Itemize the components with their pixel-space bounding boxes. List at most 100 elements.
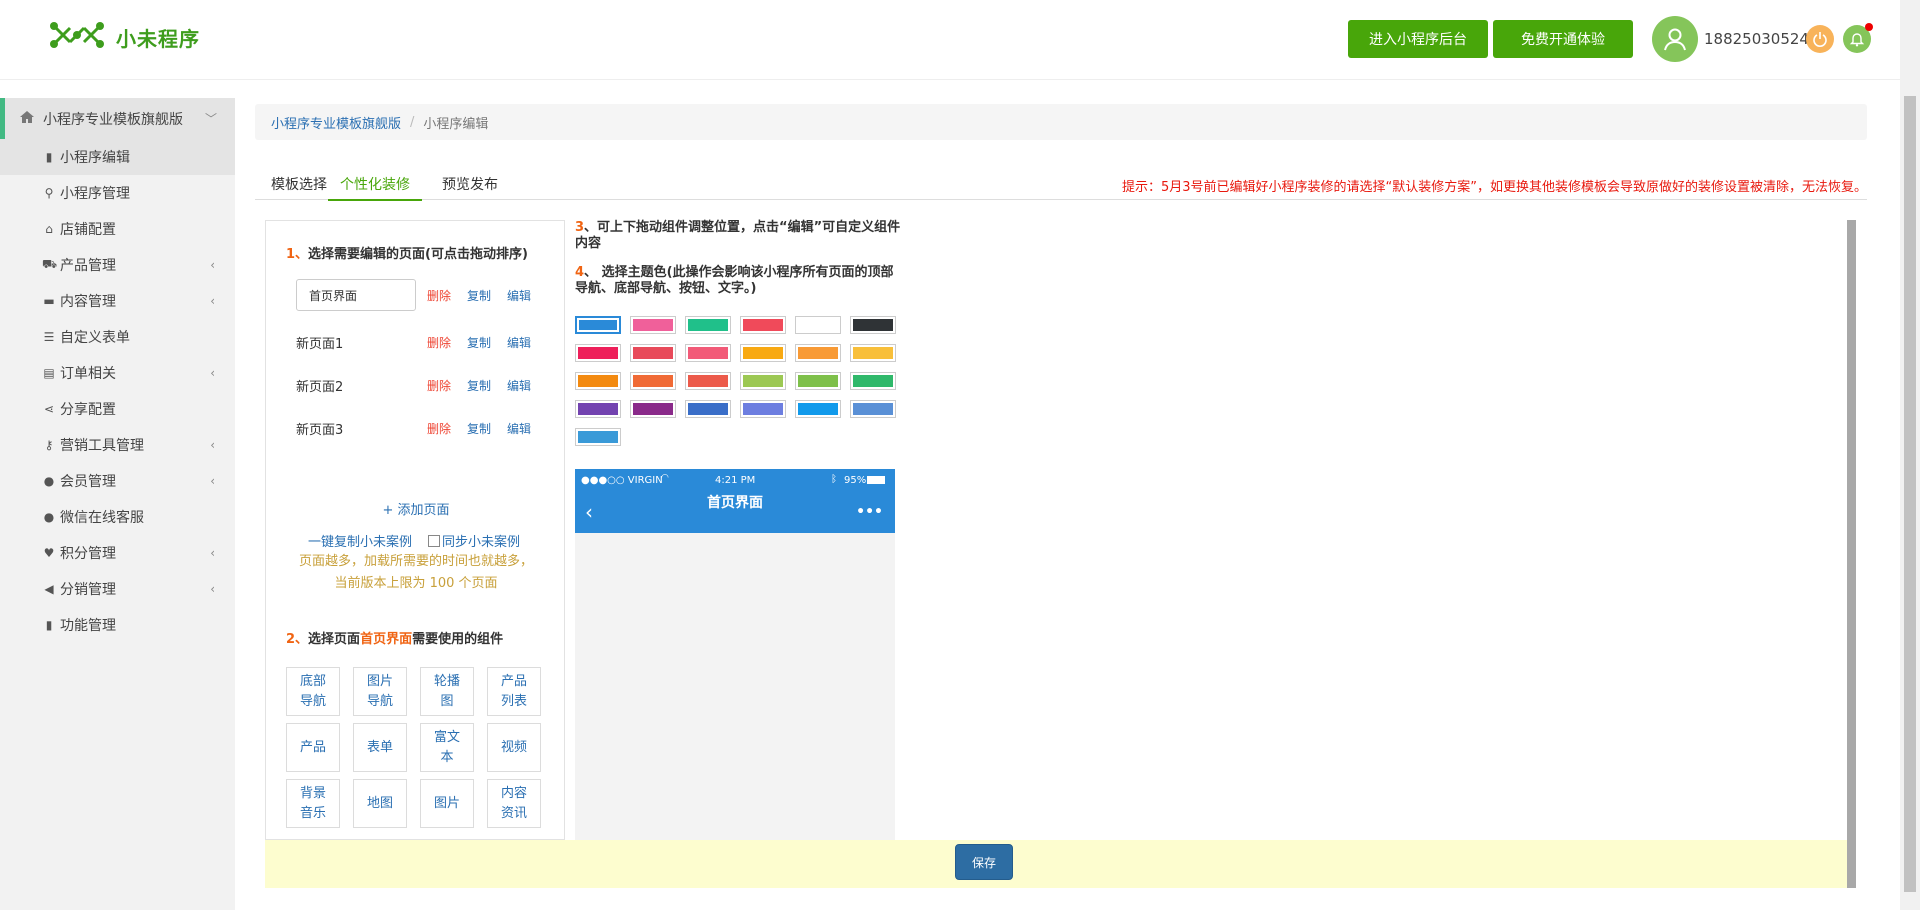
page-row[interactable]: 新页面1 删除 复制 编辑 [296,326,556,358]
component-button[interactable]: 背景音乐 [286,779,340,828]
color-swatch[interactable] [685,344,731,362]
color-swatch[interactable] [575,428,621,446]
color-swatch[interactable] [630,316,676,334]
scrollbar-thumb[interactable] [1904,96,1916,892]
component-button[interactable]: 轮播图 [420,667,474,716]
save-button[interactable]: 保存 [955,844,1013,880]
color-swatch[interactable] [795,344,841,362]
copy-link[interactable]: 复制 [462,334,496,351]
tab-preview-publish[interactable]: 预览发布 [442,168,498,200]
breadcrumb-current: 小程序编辑 [423,116,489,132]
sidebar-item[interactable]: ▤ 订单相关 ‹ [0,355,235,391]
edit-link[interactable]: 编辑 [502,287,536,304]
delete-link[interactable]: 删除 [422,420,456,437]
chevron-left-icon: ‹ [210,294,215,308]
component-button[interactable]: 内容资讯 [487,779,541,828]
sidebar-item[interactable]: ⛟ 产品管理 ‹ [0,247,235,283]
color-swatch[interactable] [630,372,676,390]
page-name[interactable]: 新页面2 [296,376,416,395]
copy-link[interactable]: 复制 [462,420,496,437]
sync-case-checkbox[interactable] [428,534,441,547]
color-swatch-fill [578,431,618,443]
page-name-input[interactable]: 首页界面 [296,279,416,311]
edit-link[interactable]: 编辑 [502,420,536,437]
sidebar-item[interactable]: ☰ 自定义表单 [0,319,235,355]
sidebar-item[interactable]: ◀ 分销管理 ‹ [0,571,235,607]
page-row[interactable]: 新页面3 删除 复制 编辑 [296,412,556,444]
sidebar-top-menu[interactable]: 小程序专业模板旗舰版 ﹀ [0,98,235,139]
color-swatch[interactable] [850,344,896,362]
enter-admin-button[interactable]: 进入小程序后台 [1348,20,1488,58]
sidebar-item[interactable]: ● 会员管理 ‹ [0,463,235,499]
page-name[interactable]: 新页面3 [296,419,416,438]
component-button[interactable]: 图片 [420,779,474,828]
color-swatch-fill [798,347,838,359]
color-swatch[interactable] [630,344,676,362]
sidebar-item[interactable]: ⌂ 店铺配置 [0,211,235,247]
color-swatch[interactable] [795,400,841,418]
color-swatch[interactable] [575,344,621,362]
page-name[interactable]: 新页面1 [296,333,416,352]
edit-link[interactable]: 编辑 [502,377,536,394]
home-icon [19,110,35,128]
color-swatch[interactable] [795,316,841,334]
page-scrollbar[interactable] [1900,0,1920,910]
color-swatch[interactable] [850,316,896,334]
color-swatch[interactable] [575,372,621,390]
component-button[interactable]: 图片导航 [353,667,407,716]
color-swatch[interactable] [685,400,731,418]
color-swatch[interactable] [575,400,621,418]
color-swatch[interactable] [740,400,786,418]
tab-personalize[interactable]: 个性化装修 [328,168,422,201]
sidebar: 小程序专业模板旗舰版 ﹀ ▮ 小程序编辑 ⚲ 小程序管理 ⌂ 店铺配置 ⛟ 产品管理 ‹ ▬ 内容管… [0,98,235,910]
edit-link[interactable]: 编辑 [502,334,536,351]
delete-link[interactable]: 删除 [422,334,456,351]
component-button[interactable]: 表单 [353,723,407,772]
sidebar-item[interactable]: ⚲ 小程序管理 [0,175,235,211]
sidebar-item-label: 分享配置 [60,402,116,418]
tab-template-select[interactable]: 模板选择 [271,168,327,200]
power-icon[interactable] [1806,25,1834,53]
user-icon: ● [43,510,55,524]
color-swatch-fill [798,403,838,415]
color-swatch[interactable] [850,400,896,418]
color-swatch[interactable] [850,372,896,390]
component-button[interactable]: 富文本 [420,723,474,772]
delete-link[interactable]: 删除 [422,377,456,394]
delete-link[interactable]: 删除 [422,287,456,304]
sidebar-item[interactable]: ♥ 积分管理 ‹ [0,535,235,571]
bluetooth-icon: ᛒ [831,474,837,485]
sidebar-item[interactable]: ▮ 小程序编辑 [0,139,235,175]
component-button[interactable]: 底部导航 [286,667,340,716]
copy-link[interactable]: 复制 [462,377,496,394]
phone-title: 首页界面 [707,495,763,511]
sidebar-item[interactable]: ▮ 功能管理 [0,607,235,643]
avatar[interactable] [1652,16,1698,62]
breadcrumb-link[interactable]: 小程序专业模板旗舰版 [271,113,401,132]
color-swatch[interactable] [740,344,786,362]
free-trial-button[interactable]: 免费开通体验 [1493,20,1633,58]
color-swatch[interactable] [685,372,731,390]
color-swatch[interactable] [740,372,786,390]
color-swatch[interactable] [740,316,786,334]
more-icon[interactable]: ••• [856,504,883,520]
add-page-link[interactable]: + 添加页面 [266,499,566,518]
sidebar-item[interactable]: ⋖ 分享配置 [0,391,235,427]
logo[interactable]: 小未程序 [48,20,200,54]
page-row[interactable]: 新页面2 删除 复制 编辑 [296,369,556,401]
component-button[interactable]: 产品列表 [487,667,541,716]
component-button[interactable]: 视频 [487,723,541,772]
color-swatch[interactable] [575,316,621,334]
sidebar-item[interactable]: ● 微信在线客服 [0,499,235,535]
component-button[interactable]: 产品 [286,723,340,772]
sidebar-item[interactable]: ▬ 内容管理 ‹ [0,283,235,319]
sidebar-item[interactable]: ⚷ 营销工具管理 ‹ [0,427,235,463]
copy-case-link[interactable]: 一键复制小未案例 [308,531,412,550]
editor-scrollbar[interactable] [1847,220,1856,888]
color-swatch[interactable] [630,400,676,418]
color-swatch[interactable] [685,316,731,334]
color-swatch[interactable] [795,372,841,390]
component-button[interactable]: 地图 [353,779,407,828]
copy-link[interactable]: 复制 [462,287,496,304]
sync-case-label[interactable]: 同步小未案例 [442,531,520,550]
